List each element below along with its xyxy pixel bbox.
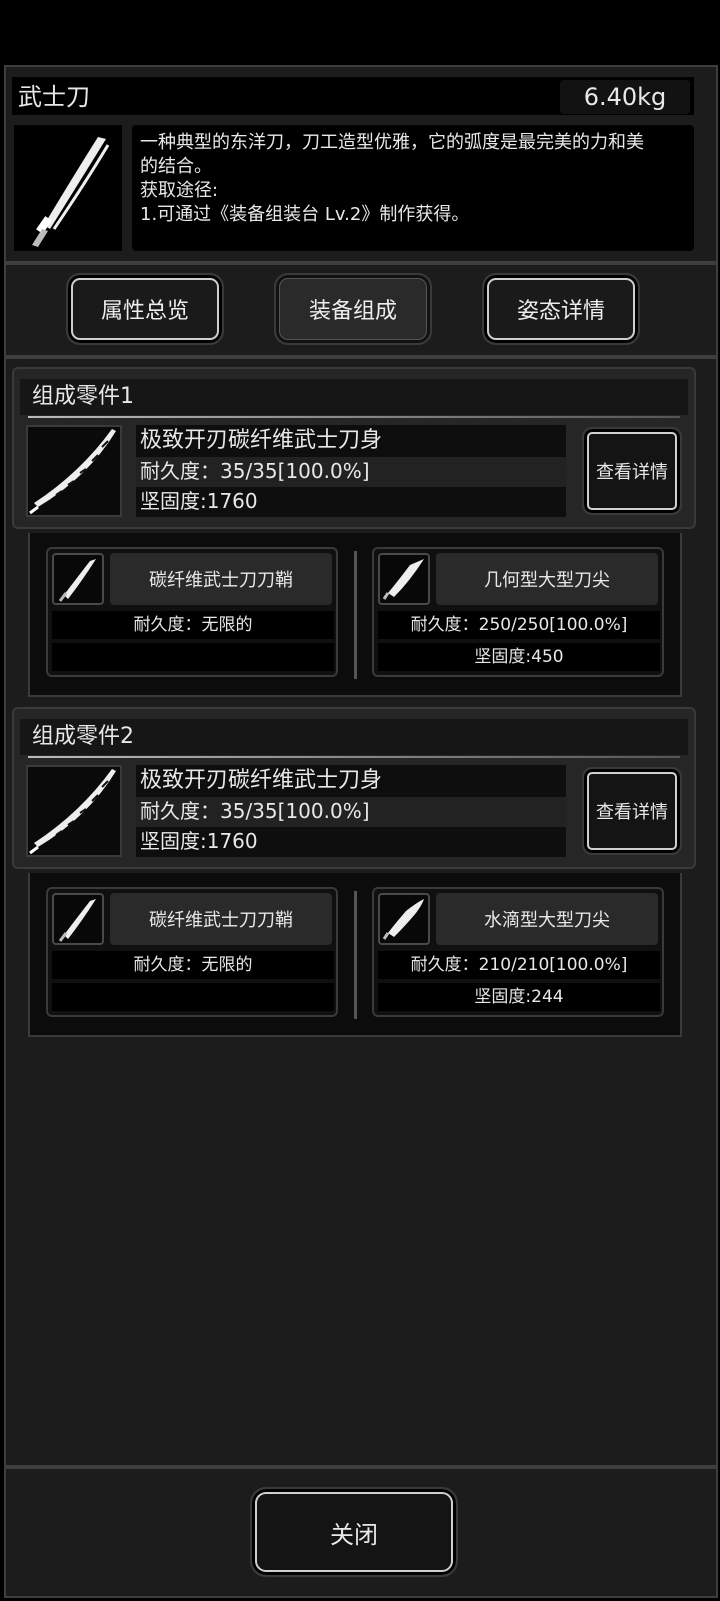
subpart-divider [354, 891, 357, 1019]
part-main-hardness: 坚固度:1760 [136, 827, 566, 857]
subpart-hardness: 坚固度:450 [378, 643, 660, 671]
part-panel-1: 组成零件1 极致开刃碳纤维武士刀身 耐久度：35/35[100.0%] 坚固度:… [12, 367, 696, 529]
subparts-frame-2: 碳纤维武士刀刀鞘 耐久度：无限的 水滴型大型刀尖 耐久度：210/210[100… [28, 873, 682, 1037]
tab-attribute-overview[interactable]: 属性总览 [66, 273, 224, 345]
subpart-name: 碳纤维武士刀刀鞘 [110, 893, 332, 945]
blade-tip-icon [382, 559, 424, 600]
subpart-hardness [52, 983, 334, 1011]
katana-icon [32, 137, 110, 247]
description-line: 1.可通过《装备组装台 Lv.2》制作获得。 [140, 204, 470, 225]
subpart-card[interactable]: 碳纤维武士刀刀鞘 耐久度：无限的 [46, 547, 338, 677]
tab-stance-details[interactable]: 姿态详情 [482, 273, 640, 345]
description-line: 的结合。 [140, 156, 212, 177]
subpart-icon [378, 553, 430, 605]
blade-tip-icon [382, 899, 424, 940]
part-main-durability: 耐久度：35/35[100.0%] [136, 457, 566, 487]
subpart-card[interactable]: 碳纤维武士刀刀鞘 耐久度：无限的 [46, 887, 338, 1017]
part-main-name: 极致开刃碳纤维武士刀身 [136, 425, 566, 457]
tab-equipment-composition[interactable]: 装备组成 [274, 273, 432, 345]
subpart-card[interactable]: 几何型大型刀尖 耐久度：250/250[100.0%] 坚固度:450 [372, 547, 664, 677]
item-name: 武士刀 [18, 83, 90, 111]
part-main-hardness: 坚固度:1760 [136, 487, 566, 517]
header-divider [6, 261, 716, 265]
subpart-divider [354, 551, 357, 679]
item-detail-panel: 武士刀 6.40kg 一种典型的东洋刀，刀工造型优雅，它的弧度是最完美的力和美 … [4, 65, 718, 1598]
item-description: 一种典型的东洋刀，刀工造型优雅，它的弧度是最完美的力和美 的结合。 获取途径: … [132, 125, 694, 251]
part-image [26, 765, 122, 857]
view-details-button[interactable]: 查看详情 [582, 767, 682, 855]
subpart-durability: 耐久度：无限的 [52, 951, 334, 979]
subpart-durability: 耐久度：210/210[100.0%] [378, 951, 660, 979]
description-line: 获取途径: [140, 180, 219, 201]
close-button[interactable]: 关闭 [250, 1487, 458, 1577]
subpart-hardness [52, 643, 334, 671]
subpart-icon [378, 893, 430, 945]
item-weight: 6.40kg [560, 80, 690, 114]
tabs-divider [6, 355, 716, 359]
part-main-durability: 耐久度：35/35[100.0%] [136, 797, 566, 827]
subpart-hardness: 坚固度:244 [378, 983, 660, 1011]
blade-icon [29, 429, 116, 515]
sheath-icon [58, 899, 96, 942]
description-line: 一种典型的东洋刀，刀工造型优雅，它的弧度是最完美的力和美 [140, 132, 644, 153]
subpart-icon [52, 893, 104, 945]
subpart-name: 几何型大型刀尖 [436, 553, 658, 605]
part-panel-2: 组成零件2 极致开刃碳纤维武士刀身 耐久度：35/35[100.0%] 坚固度:… [12, 707, 696, 869]
sheath-icon [58, 559, 96, 602]
subparts-frame-1: 碳纤维武士刀刀鞘 耐久度：无限的 几何型大型刀尖 耐久度：250/250[100… [28, 533, 682, 697]
item-image [14, 125, 122, 251]
view-details-button[interactable]: 查看详情 [582, 427, 682, 515]
footer-divider [6, 1465, 716, 1469]
part-image [26, 425, 122, 517]
subpart-name: 碳纤维武士刀刀鞘 [110, 553, 332, 605]
part-main-name: 极致开刃碳纤维武士刀身 [136, 765, 566, 797]
part-title: 组成零件2 [20, 719, 688, 758]
subpart-name: 水滴型大型刀尖 [436, 893, 658, 945]
subpart-icon [52, 553, 104, 605]
subpart-card[interactable]: 水滴型大型刀尖 耐久度：210/210[100.0%] 坚固度:244 [372, 887, 664, 1017]
subpart-durability: 耐久度：250/250[100.0%] [378, 611, 660, 639]
blade-icon [29, 769, 116, 855]
part-title: 组成零件1 [20, 379, 688, 418]
subpart-durability: 耐久度：无限的 [52, 611, 334, 639]
